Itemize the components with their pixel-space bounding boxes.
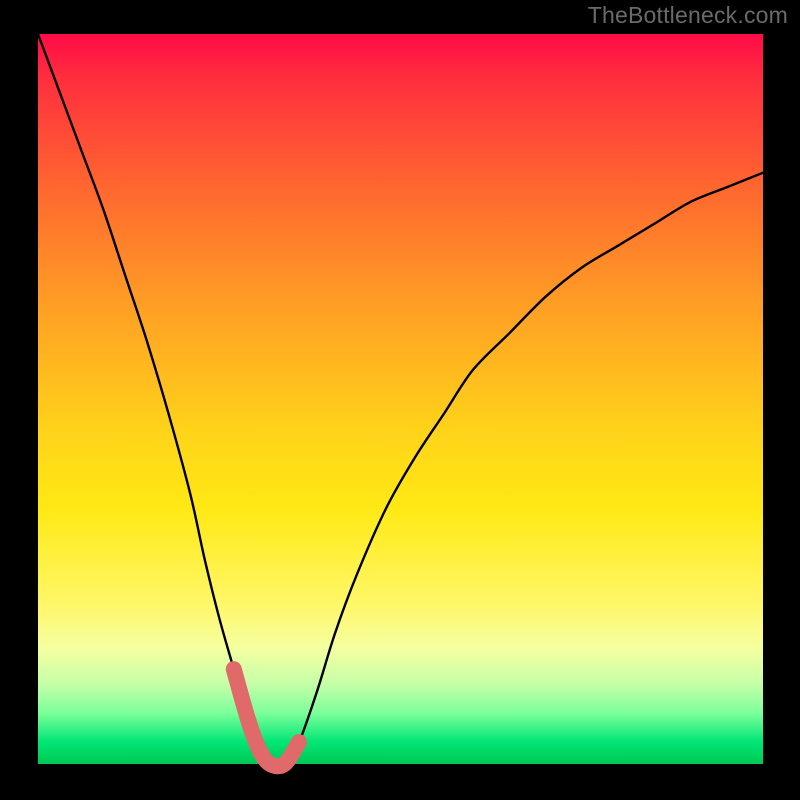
curve-group bbox=[38, 34, 763, 766]
bottleneck-curve-bottom-highlight bbox=[234, 669, 299, 766]
bottleneck-curve bbox=[38, 34, 763, 766]
chart-frame: TheBottleneck.com bbox=[0, 0, 800, 800]
curve-overlay bbox=[0, 0, 800, 800]
